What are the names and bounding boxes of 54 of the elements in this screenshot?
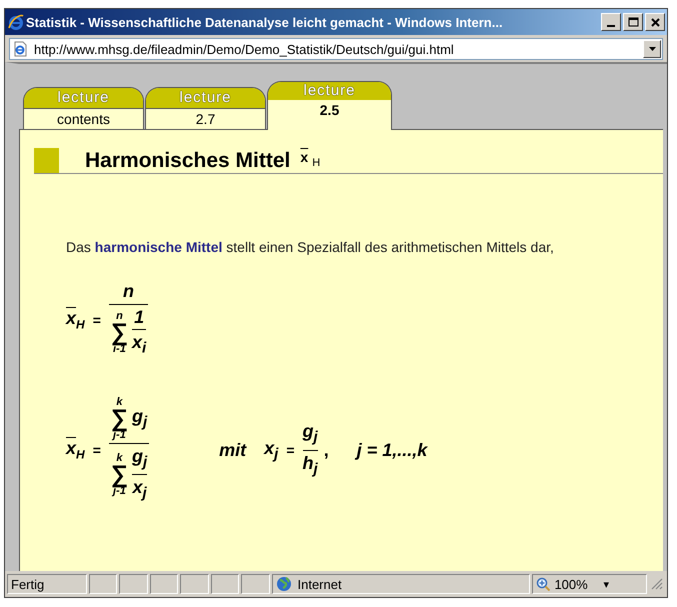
math-term: x$_{H}$ (66, 438, 85, 462)
numerator: 1 (134, 307, 144, 327)
status-pane (180, 574, 209, 594)
status-pane (150, 574, 178, 594)
heading-symbol: x $_{H}$ (300, 148, 320, 171)
minimize-button[interactable] (601, 13, 621, 31)
equals-sign: = (92, 312, 101, 328)
sum-upper-limit: k (116, 452, 122, 464)
condition-word: mit (219, 440, 246, 461)
tab[interactable]: lecture 2.5 (267, 81, 392, 130)
dropdown-button[interactable] (643, 40, 661, 58)
comma: , (324, 440, 329, 461)
sum-upper-limit: n (116, 310, 123, 322)
numerator: g$_{j}$ (302, 421, 318, 448)
status-pane (119, 574, 148, 594)
sum-symbol: ∑ (110, 464, 128, 486)
tab[interactable]: lecture contents (23, 87, 144, 129)
status-pane (88, 574, 118, 594)
zone-pane: Internet (272, 574, 530, 594)
paragraph: Das harmonische Mittel stellt einen Spezialfall des arithmetischen Mittels dar, (66, 239, 555, 255)
denominator: x$_{j}$ (132, 477, 147, 504)
index-range: j = 1,...,k (356, 440, 428, 461)
resize-grip-icon (649, 576, 665, 592)
status-pane (210, 574, 240, 594)
tab[interactable]: lecture 2.7 (145, 87, 266, 129)
zoom-icon (536, 577, 550, 591)
zoom-button[interactable]: 100% ▾ (532, 574, 648, 594)
close-icon (650, 16, 660, 28)
status-pane (241, 574, 270, 594)
numerator: g$_{j}$ (132, 446, 148, 472)
maximize-icon (628, 16, 638, 28)
sum-symbol: ∑ (110, 408, 128, 430)
minimize-icon (607, 25, 615, 27)
caret-icon (648, 47, 656, 51)
address-field[interactable]: http://www.mhsg.de/fileadmin/Demo/Demo_Statistik/Deutsch/gui/gui.html (9, 38, 663, 60)
math-term: g$_{j}$ (132, 406, 148, 431)
close-button[interactable] (645, 13, 665, 31)
denominator: h$_{j}$ (302, 452, 318, 480)
equals-sign: = (92, 442, 101, 458)
denominator: x$_{i}$ (132, 332, 146, 359)
math-term: x$_{j}$ (264, 438, 278, 462)
heading-title: Harmonisches Mittel (85, 149, 290, 173)
maximize-button[interactable] (623, 13, 643, 31)
page-icon (13, 41, 28, 57)
sum-upper-limit: k (116, 396, 122, 408)
window-title: Statistik - Wissenschaftliche Datenanalyse leicht gemacht - Windows Intern... (26, 14, 504, 30)
browser-logo-icon (8, 14, 24, 30)
math-term: x$_{H}$ (66, 308, 85, 332)
math-term: n (123, 281, 134, 302)
heading-marker (34, 148, 59, 173)
status-text: Fertig (7, 574, 87, 594)
equals-sign: = (286, 442, 295, 458)
globe-icon (276, 576, 292, 592)
sum-symbol: ∑ (110, 322, 128, 344)
